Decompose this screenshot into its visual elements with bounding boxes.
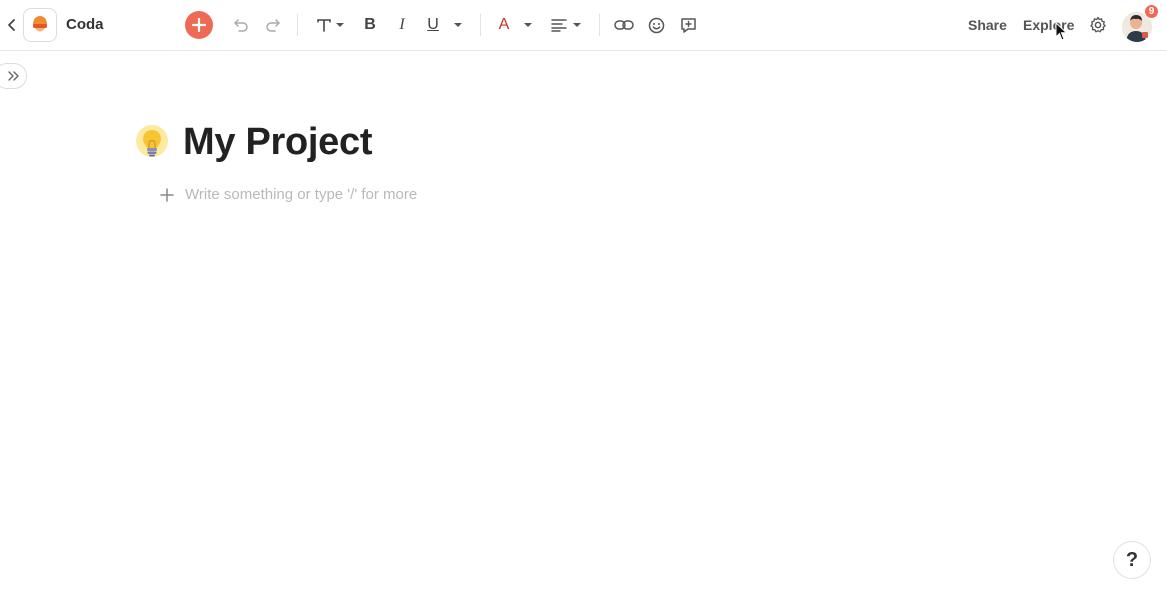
double-chevron-right-icon	[7, 71, 19, 81]
link-icon	[614, 20, 634, 30]
top-bar: Coda B I U A Share Explore 9	[0, 0, 1167, 51]
caret-down-icon	[524, 23, 533, 27]
plus-icon	[160, 188, 174, 202]
text-color-icon: A	[498, 16, 510, 33]
add-comment-icon	[680, 17, 696, 33]
insert-block-button[interactable]	[158, 185, 176, 205]
redo-icon	[266, 19, 280, 32]
doc-body-placeholder[interactable]: Write something or type '/' for more	[185, 186, 417, 203]
help-button[interactable]: ?	[1113, 541, 1151, 579]
share-button[interactable]: Share	[968, 17, 1007, 33]
plus-icon	[192, 18, 206, 32]
mouse-pointer-icon	[1055, 21, 1069, 42]
undo-icon	[234, 19, 248, 32]
bold-button[interactable]: B	[361, 13, 379, 37]
italic-button[interactable]: I	[393, 13, 411, 37]
coda-logo[interactable]	[23, 8, 57, 42]
toolbar-divider	[480, 14, 481, 36]
caret-down-icon	[453, 23, 462, 27]
settings-button[interactable]	[1088, 15, 1108, 35]
underline-icon: U	[427, 16, 439, 33]
notification-badge: 9	[1144, 4, 1159, 19]
align-button[interactable]	[548, 13, 584, 37]
light-bulb-icon[interactable]	[134, 124, 172, 164]
underline-button[interactable]: U	[425, 13, 465, 37]
app-name[interactable]: Coda	[66, 16, 104, 33]
link-button[interactable]	[613, 13, 635, 37]
sidebar-expand-button[interactable]	[0, 63, 27, 89]
toolbar-divider	[599, 14, 600, 36]
caret-down-icon	[335, 23, 344, 27]
text-color-button[interactable]: A	[496, 13, 536, 37]
align-left-icon	[550, 19, 567, 32]
caret-down-icon	[572, 23, 581, 27]
emoji-button[interactable]	[646, 13, 666, 37]
back-chevron-icon[interactable]	[4, 15, 20, 35]
redo-button[interactable]	[263, 13, 283, 37]
add-button[interactable]	[185, 11, 213, 39]
comment-button[interactable]	[678, 13, 698, 37]
undo-button[interactable]	[231, 13, 251, 37]
gear-icon	[1090, 16, 1106, 33]
toolbar-divider	[297, 14, 298, 36]
text-style-button[interactable]	[312, 13, 348, 37]
user-avatar-button[interactable]: 9	[1120, 4, 1159, 44]
page-title[interactable]: My Project	[183, 121, 372, 164]
smiley-icon	[648, 17, 664, 33]
text-style-icon	[316, 19, 331, 32]
helmet-icon	[33, 16, 47, 32]
